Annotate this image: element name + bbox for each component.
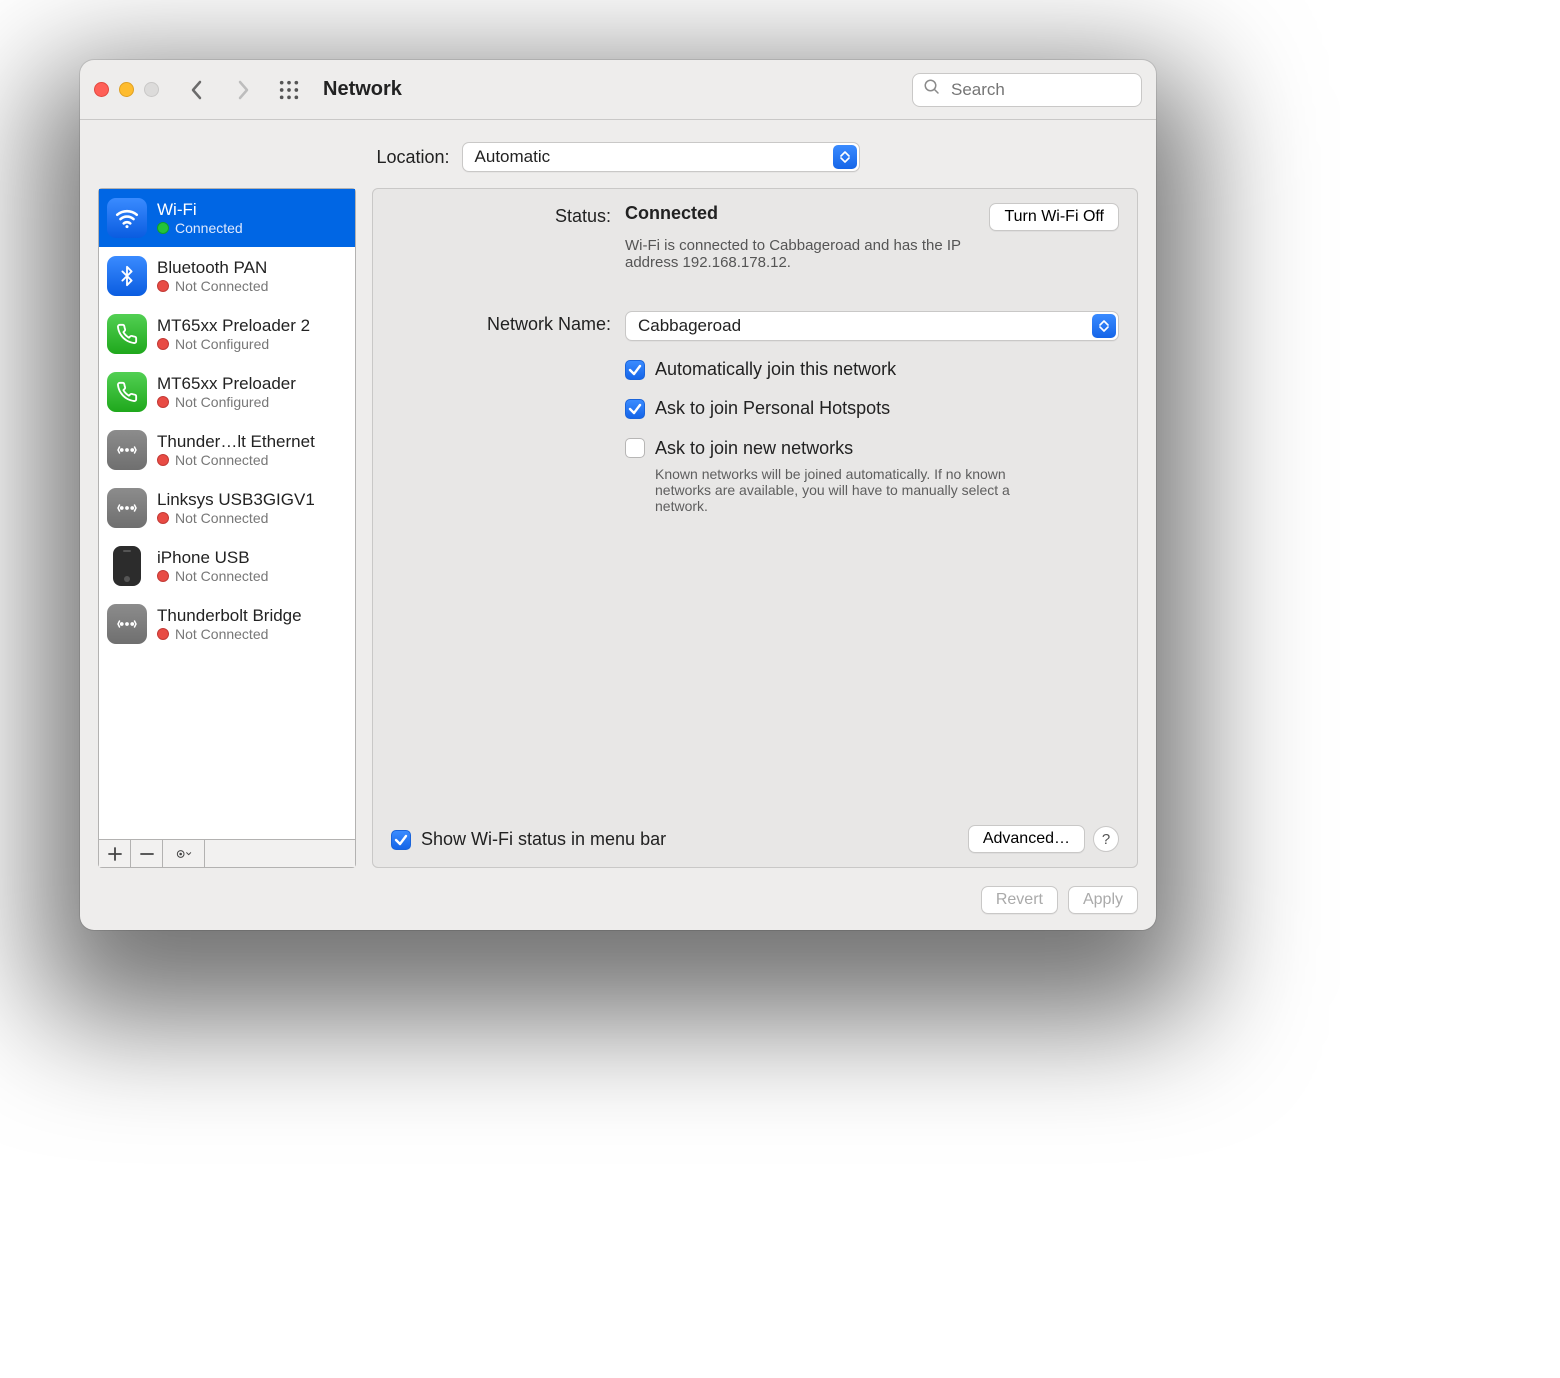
window-title: Network (323, 78, 402, 101)
status-dot-icon (157, 512, 169, 524)
status-label: Status: (391, 203, 611, 271)
menubar-label: Show Wi-Fi status in menu bar (421, 829, 666, 850)
asknew-label: Ask to join new networks (655, 438, 853, 458)
menubar-checkbox[interactable]: Show Wi-Fi status in menu bar (391, 829, 666, 850)
detail-panel: Status: Connected Turn Wi-Fi Off Wi-Fi i… (372, 188, 1138, 868)
sidebar-item-name: Bluetooth PAN (157, 258, 268, 278)
status-dot-icon (157, 222, 169, 234)
forward-button[interactable] (225, 72, 261, 108)
search-input[interactable] (949, 79, 1131, 101)
wifi-icon (107, 198, 147, 238)
service-actions-button[interactable] (163, 840, 205, 867)
sidebar-item-name: MT65xx Preloader 2 (157, 316, 310, 336)
checkbox-icon (391, 830, 411, 850)
sidebar-item-status: Not Connected (157, 452, 315, 468)
sidebar-item-status: Not Configured (157, 394, 296, 410)
sidebar-item-status: Not Configured (157, 336, 310, 352)
location-row: Location: Automatic (80, 120, 1156, 188)
sidebar-item-status: Not Connected (157, 568, 268, 584)
window-footer: Revert Apply (80, 886, 1156, 930)
eth-icon (107, 430, 147, 470)
checkbox-icon (625, 399, 645, 419)
close-window-button[interactable] (94, 82, 109, 97)
sidebar-item-status: Not Connected (157, 626, 302, 642)
status-dot-icon (157, 454, 169, 466)
checkbox-icon (625, 360, 645, 380)
sidebar-item-status: Not Connected (157, 278, 268, 294)
sidebar-item-name: iPhone USB (157, 548, 268, 568)
status-detail: Wi-Fi is connected to Cabbageroad and ha… (625, 237, 1005, 271)
advanced-button[interactable]: Advanced… (968, 825, 1085, 853)
autojoin-label: Automatically join this network (655, 359, 896, 380)
phone-icon (107, 372, 147, 412)
sidebar-item-name: Thunder…lt Ethernet (157, 432, 315, 452)
status-dot-icon (157, 280, 169, 292)
sidebar-item-name: Thunderbolt Bridge (157, 606, 302, 626)
location-select[interactable]: Automatic (462, 142, 860, 172)
sidebar-item-status: Not Connected (157, 510, 315, 526)
add-service-button[interactable] (99, 840, 131, 867)
network-name-label: Network Name: (391, 311, 611, 341)
status-dot-icon (157, 396, 169, 408)
eth-icon (107, 604, 147, 644)
asknew-help: Known networks will be joined automatica… (655, 466, 1025, 514)
sidebar-item-status: Connected (157, 220, 243, 236)
hotspots-label: Ask to join Personal Hotspots (655, 398, 890, 419)
select-stepper-icon (833, 145, 857, 169)
search-field[interactable] (912, 73, 1142, 107)
revert-button[interactable]: Revert (981, 886, 1058, 914)
search-icon (923, 78, 941, 102)
sidebar-item-bluetooth-pan[interactable]: Bluetooth PANNot Connected (99, 247, 355, 305)
show-all-button[interactable] (271, 72, 307, 108)
help-button[interactable]: ? (1093, 826, 1119, 852)
sidebar-item-name: Wi-Fi (157, 200, 243, 220)
network-services-list[interactable]: Wi-FiConnectedBluetooth PANNot Connected… (99, 189, 355, 839)
status-dot-icon (157, 628, 169, 640)
status-dot-icon (157, 570, 169, 582)
sidebar-item-mt65xx-preloader[interactable]: MT65xx PreloaderNot Configured (99, 363, 355, 421)
location-label: Location: (376, 147, 449, 168)
zoom-window-button[interactable] (144, 82, 159, 97)
back-button[interactable] (179, 72, 215, 108)
autojoin-checkbox[interactable]: Automatically join this network (625, 359, 1119, 380)
sidebar-item-linksys-usb3gigv1[interactable]: Linksys USB3GIGV1Not Connected (99, 479, 355, 537)
asknew-checkbox[interactable]: Ask to join new networks Known networks … (625, 437, 1119, 514)
sidebar-footer (99, 839, 355, 867)
location-value: Automatic (475, 147, 551, 167)
window-controls (94, 82, 169, 97)
toggle-wifi-button[interactable]: Turn Wi-Fi Off (989, 203, 1119, 231)
status-dot-icon (157, 338, 169, 350)
titlebar: Network (80, 60, 1156, 120)
eth-icon (107, 488, 147, 528)
network-name-select[interactable]: Cabbageroad (625, 311, 1119, 341)
sidebar-item-wi-fi[interactable]: Wi-FiConnected (99, 189, 355, 247)
phone-icon (107, 314, 147, 354)
sidebar-item-mt65xx-preloader-2[interactable]: MT65xx Preloader 2Not Configured (99, 305, 355, 363)
network-name-value: Cabbageroad (638, 316, 741, 336)
hotspots-checkbox[interactable]: Ask to join Personal Hotspots (625, 398, 1119, 419)
status-value: Connected (625, 203, 718, 224)
sidebar-item-thunder-lt-ethernet[interactable]: Thunder…lt EthernetNot Connected (99, 421, 355, 479)
apply-button[interactable]: Apply (1068, 886, 1138, 914)
iphone-icon (113, 546, 141, 586)
select-stepper-icon (1092, 314, 1116, 338)
sidebar-item-name: Linksys USB3GIGV1 (157, 490, 315, 510)
network-preferences-window: Network Location: Automatic (80, 60, 1156, 930)
minimize-window-button[interactable] (119, 82, 134, 97)
remove-service-button[interactable] (131, 840, 163, 867)
sidebar-item-name: MT65xx Preloader (157, 374, 296, 394)
network-services-sidebar: Wi-FiConnectedBluetooth PANNot Connected… (98, 188, 356, 868)
sidebar-item-thunderbolt-bridge[interactable]: Thunderbolt BridgeNot Connected (99, 595, 355, 653)
bt-icon (107, 256, 147, 296)
checkbox-icon (625, 438, 645, 458)
sidebar-item-iphone-usb[interactable]: iPhone USBNot Connected (99, 537, 355, 595)
